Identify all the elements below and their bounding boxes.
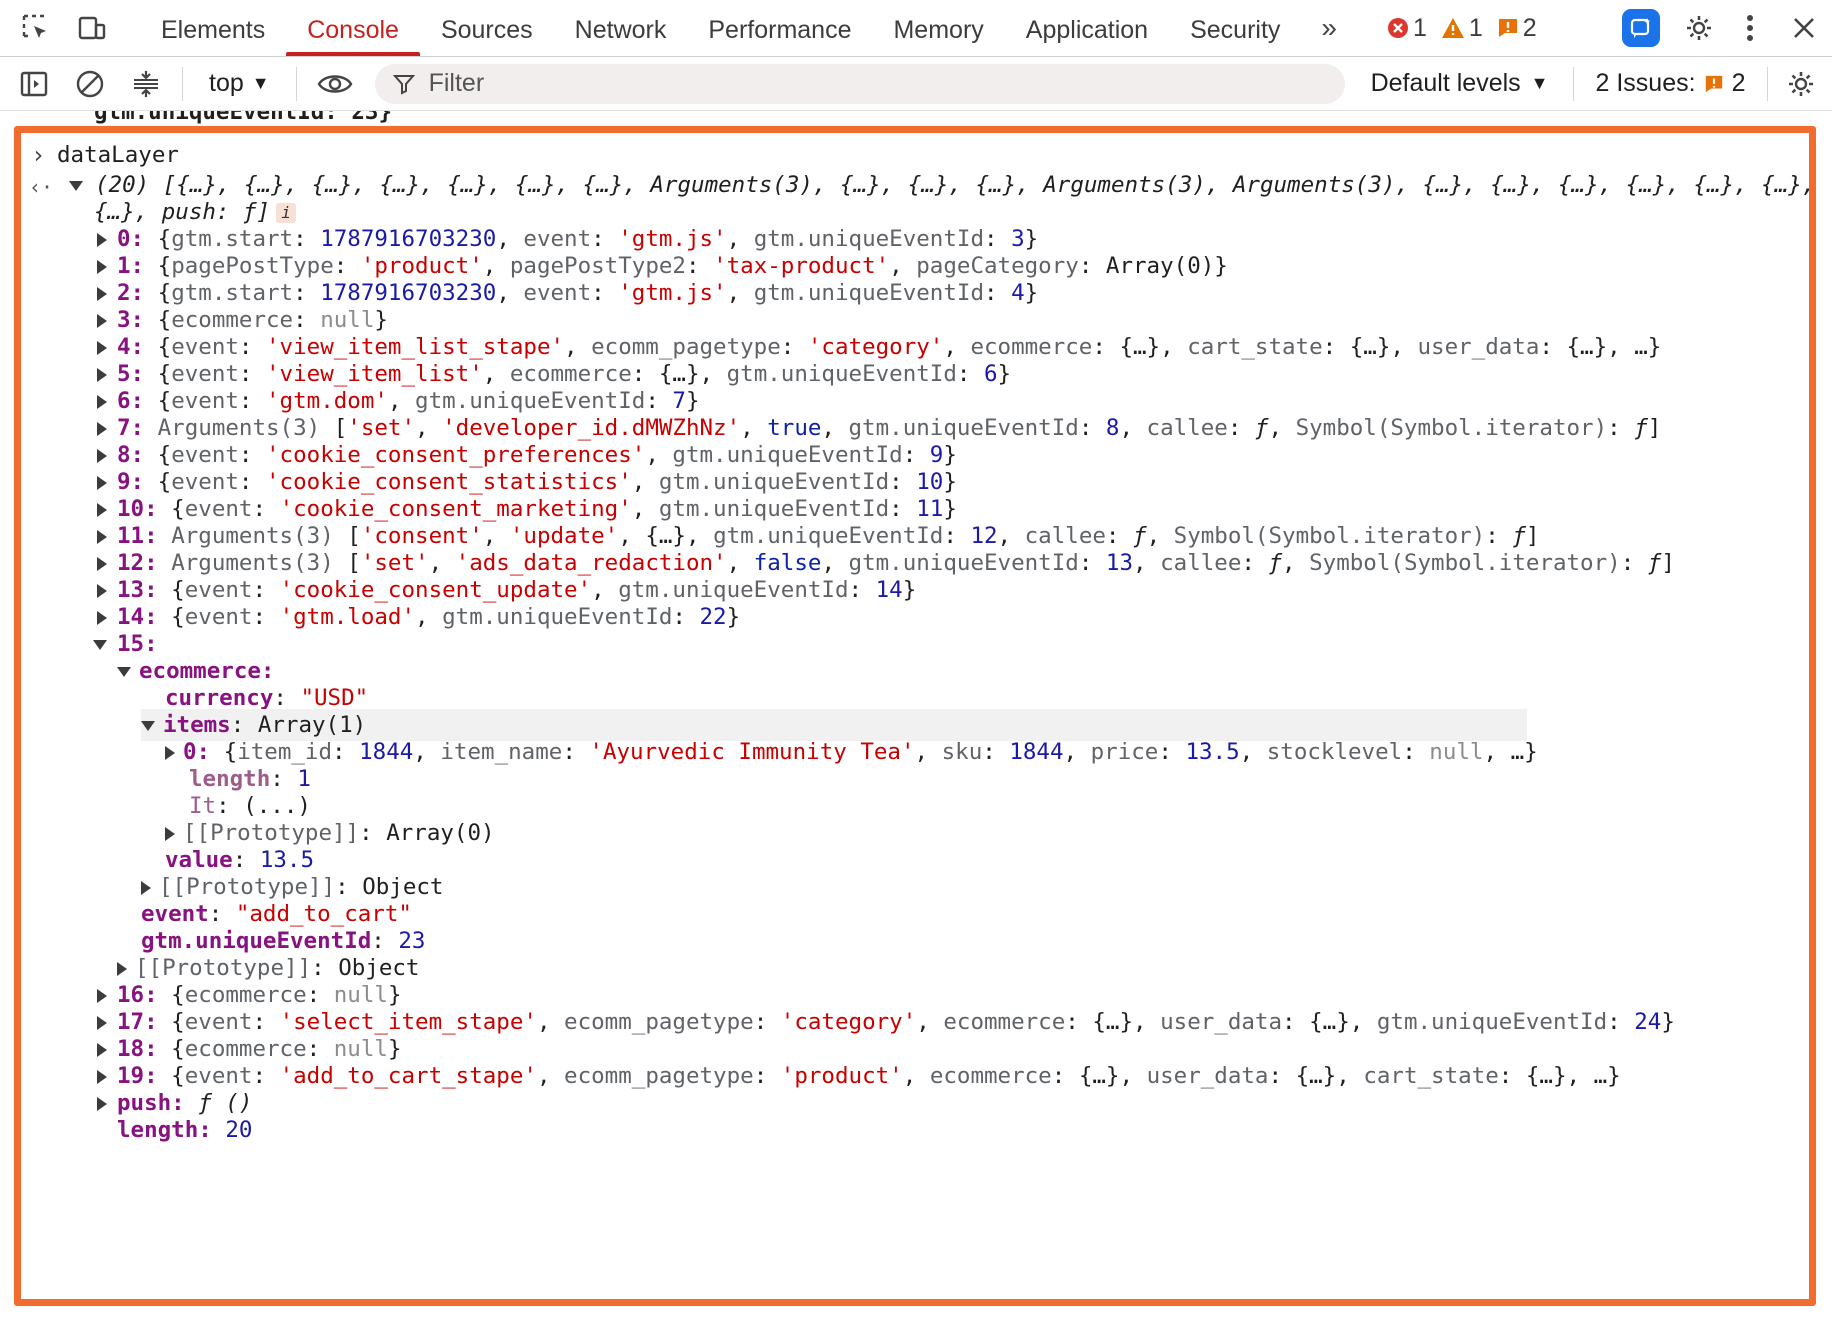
console-output: gtm.uniqueEventId: 23} › dataLayer ‹· (2…	[0, 111, 1832, 1322]
collapse-toggle-icon[interactable]	[117, 666, 131, 677]
collapse-toggle-icon[interactable]	[141, 720, 155, 731]
issues-badge[interactable]: 2	[1497, 14, 1537, 43]
device-toolbar-icon[interactable]	[64, 0, 120, 56]
expand-toggle-icon[interactable]	[97, 313, 107, 328]
issues-label: 2 Issues:	[1595, 69, 1696, 97]
clear-console-icon[interactable]	[62, 56, 118, 112]
ai-assistance-icon[interactable]	[1622, 9, 1660, 47]
filter-input[interactable]	[426, 68, 1311, 99]
expand-toggle-icon[interactable]	[97, 421, 107, 436]
expand-toggle-icon[interactable]	[165, 826, 175, 841]
expand-toggle-icon[interactable]	[97, 259, 107, 274]
close-icon[interactable]	[1776, 0, 1832, 56]
tab-security[interactable]: Security	[1169, 0, 1301, 56]
expand-toggle-icon[interactable]	[141, 880, 151, 895]
array-length-property: length: 20	[117, 1117, 253, 1143]
issues-count: 2	[1522, 13, 1537, 42]
expand-toggle-icon[interactable]	[97, 610, 107, 625]
expand-toggle-icon[interactable]	[97, 529, 107, 544]
expand-toggle-icon[interactable]	[97, 988, 107, 1003]
filter-field[interactable]	[374, 63, 1345, 104]
issue-icon	[1705, 75, 1722, 92]
expand-toggle-icon[interactable]	[117, 961, 127, 976]
collapse-toggle-icon[interactable]	[93, 639, 107, 650]
warning-badge[interactable]: 1	[1441, 14, 1483, 43]
dropdown-caret-icon: ▼	[251, 73, 270, 93]
expand-toggle-icon[interactable]	[97, 475, 107, 490]
array-summary-line-1[interactable]: (20) [{…}, {…}, {…}, {…}, {…}, {…}, {…},…	[69, 169, 1809, 201]
inspect-element-icon[interactable]	[8, 0, 64, 56]
context-label: top	[209, 69, 244, 97]
expand-toggle-icon[interactable]	[97, 286, 107, 301]
expand-toggle-icon[interactable]	[165, 745, 175, 760]
input-prompt-chevron-icon: ›	[31, 141, 46, 169]
expand-toggle-icon[interactable]	[97, 556, 107, 571]
expand-toggle-icon[interactable]	[97, 340, 107, 355]
context-selector[interactable]: top ▼	[191, 69, 288, 98]
error-badge[interactable]: 1	[1387, 14, 1427, 43]
expand-toggle-icon[interactable]	[69, 180, 83, 191]
tab-sources[interactable]: Sources	[420, 0, 554, 56]
expand-toggle-icon[interactable]	[97, 394, 107, 409]
toolbar-divider	[182, 66, 183, 101]
result-arrow-icon: ‹·	[29, 175, 54, 199]
highlighted-output-region: › dataLayer ‹· (20) [{…}, {…}, {…}, {…},…	[14, 126, 1816, 1306]
array-entry-14[interactable]: 14: {event: 'gtm.load', gtm.uniqueEventI…	[97, 601, 740, 633]
warning-icon	[1441, 18, 1464, 38]
issues-button[interactable]: 2 Issues: 2	[1582, 69, 1760, 98]
expand-toggle-icon[interactable]	[97, 583, 107, 598]
expand-toggle-icon[interactable]	[97, 1042, 107, 1057]
tabbar-right-icons	[1622, 0, 1832, 56]
sidebar-toggle-icon[interactable]	[6, 56, 62, 112]
console-settings-gear-icon[interactable]	[1776, 56, 1826, 112]
tab-elements[interactable]: Elements	[140, 0, 286, 56]
previous-output-line: gtm.uniqueEventId: 23}	[94, 111, 393, 125]
console-toolbar: top ▼ Default levels ▼ 2 Issues: 2	[0, 57, 1832, 111]
info-icon[interactable]: i	[276, 202, 297, 223]
status-badges[interactable]: 1 1 2	[1387, 14, 1537, 43]
panel-tabs: Elements Console Sources Network Perform…	[140, 0, 1301, 56]
more-tabs-chevron-icon[interactable]: »	[1301, 0, 1357, 56]
expand-toggle-icon[interactable]	[97, 367, 107, 382]
expand-toggle-icon[interactable]	[97, 1069, 107, 1084]
expand-toggle-icon[interactable]	[97, 502, 107, 517]
log-levels-label: Default levels	[1370, 69, 1521, 97]
error-count: 1	[1412, 13, 1427, 42]
console-input-text: dataLayer	[57, 142, 179, 168]
expand-toggle-icon[interactable]	[97, 232, 107, 247]
log-levels-dropdown[interactable]: Default levels ▼	[1355, 69, 1565, 98]
issue-icon	[1498, 19, 1517, 37]
tab-performance[interactable]: Performance	[687, 0, 872, 56]
tab-network[interactable]: Network	[554, 0, 688, 56]
warning-count: 1	[1468, 13, 1483, 42]
collapse-groups-icon[interactable]	[118, 56, 174, 112]
expand-toggle-icon[interactable]	[97, 1096, 107, 1111]
devtools-tab-bar: Elements Console Sources Network Perform…	[0, 0, 1832, 57]
error-icon	[1387, 18, 1408, 38]
tab-memory[interactable]: Memory	[872, 0, 1004, 56]
settings-gear-icon[interactable]	[1674, 0, 1724, 56]
filter-icon	[392, 74, 415, 95]
more-options-icon[interactable]	[1724, 0, 1776, 56]
issues-toolbar-count: 2	[1731, 69, 1746, 97]
toolbar-divider	[295, 66, 297, 101]
expand-toggle-icon[interactable]	[97, 1015, 107, 1030]
array-entry-19[interactable]: 19: {event: 'add_to_cart_stape', ecomm_p…	[97, 1060, 1621, 1092]
toolbar-divider	[1767, 66, 1769, 101]
toolbar-divider	[1572, 66, 1574, 101]
dropdown-caret-icon: ▼	[1530, 73, 1549, 93]
live-expression-eye-icon[interactable]	[305, 56, 365, 112]
tab-application[interactable]: Application	[1005, 0, 1169, 56]
expand-toggle-icon[interactable]	[97, 448, 107, 463]
tab-console[interactable]: Console	[286, 0, 420, 56]
item-0-entry[interactable]: 0: {item_id: 1844, item_name: 'Ayurvedic…	[165, 736, 1538, 768]
